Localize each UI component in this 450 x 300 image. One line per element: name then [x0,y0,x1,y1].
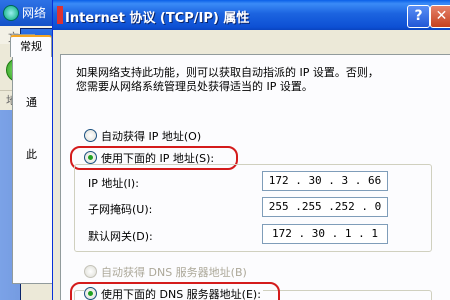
intro-line-2: 您需要从网络系统管理员处获得适当的 IP 设置。 [76,80,313,93]
background-window-title: 网络 [22,6,47,20]
auto-ip-option[interactable]: 自动获得 IP 地址(O) [84,128,201,144]
tab-general[interactable]: 常规 [10,35,52,57]
intro-line-1: 如果网络支持此功能，则可以获取自动指派的 IP 设置。否则， [76,66,379,79]
auto-ip-radio[interactable] [84,129,97,142]
manual-ip-radio[interactable] [84,151,97,164]
help-button[interactable]: ? [407,5,430,28]
mid-items-label: 此 [26,148,37,161]
dialog-title: Internet 协议 (TCP/IP) 属性 [65,11,250,26]
ip-address-label: IP 地址(I): [88,177,139,190]
network-app-icon [3,5,19,21]
default-gateway-label: 默认网关(D): [88,230,153,243]
ip-address-field[interactable]: 172 . 30 . 3 . 66 [262,171,388,191]
manual-dns-option[interactable]: 使用下面的 DNS 服务器地址(E): [84,286,263,300]
manual-dns-radio[interactable] [84,287,97,300]
subnet-mask-field[interactable]: 255 .255 .252 . 0 [262,197,388,217]
background-titlebar: 网络 [0,0,60,26]
mid-connect-label: 通 [26,96,37,109]
auto-dns-radio [84,265,97,278]
dialog-titlebar[interactable]: Internet 协议 (TCP/IP) 属性 ? ✕ [53,0,450,30]
close-button[interactable]: ✕ [430,5,450,28]
intro-text: 如果网络支持此功能，则可以获取自动指派的 IP 设置。否则， 您需要从网络系统管… [76,66,436,94]
auto-dns-option: 自动获得 DNS 服务器地址(B) [84,264,247,280]
auto-dns-label: 自动获得 DNS 服务器地址(B) [101,266,247,279]
auto-ip-label: 自动获得 IP 地址(O) [101,130,202,143]
default-gateway-field[interactable]: 172 . 30 . 1 . 1 [262,224,388,244]
window-icon [57,6,63,24]
subnet-mask-label: 子网掩码(U): [88,203,153,216]
manual-dns-label: 使用下面的 DNS 服务器地址(E): [101,288,261,300]
